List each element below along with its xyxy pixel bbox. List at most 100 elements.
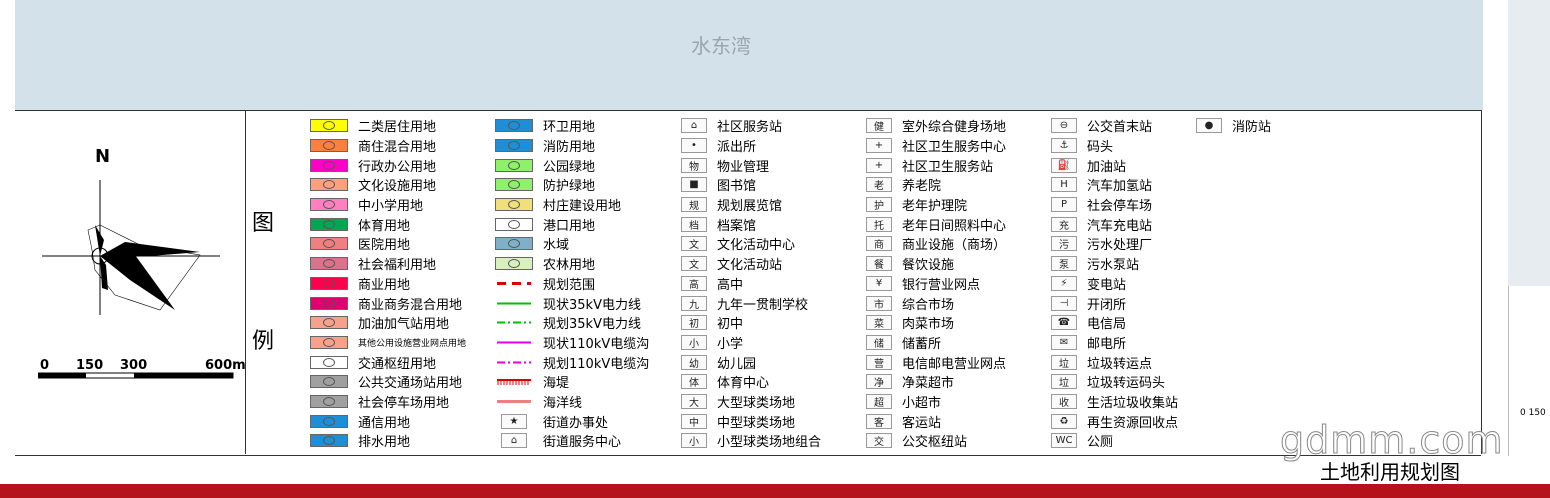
legend-item: 高高中 [675,274,821,294]
legend-item: 九九年一贯制学校 [675,293,821,313]
legend-item-label: 社会停车场用地 [358,395,450,411]
legend-item: 储储蓄所 [860,333,1006,353]
legend-item-label: 垃圾转运码头 [1087,376,1166,392]
land-code-symbol [508,259,520,269]
legend-item: 污污水处理厂 [1045,234,1178,254]
facility-icon: + [866,157,892,173]
facility-icon: P [1051,197,1077,213]
legend-item: 托老年日间照料中心 [860,214,1006,234]
legend-color-swatch [310,139,348,153]
legend-item: 公园绿地 [495,155,649,175]
legend-item: 社会福利用地 [310,254,466,274]
adjacent-map-thumbnail [1508,0,1550,286]
legend-item: ⚡ 变电站 [1045,274,1178,294]
legend-item: 交公交枢纽站 [860,431,1006,451]
legend-color-swatch [310,276,348,290]
facility-icon: 客 [866,413,892,429]
legend-item: 大大型球类场地 [675,392,821,412]
land-code-symbol [323,318,335,328]
legend-item-label: 污水处理厂 [1087,238,1153,254]
legend-item-label: 社会福利用地 [358,258,437,274]
legend-item-label: 派出所 [717,140,757,156]
legend-item: 营电信邮电营业网点 [860,352,1006,372]
legend-item: 餐餐饮设施 [860,254,1006,274]
star-icon: ★ [501,413,527,429]
legend-item-label: 汽车充电站 [1087,218,1153,234]
legend-item-label: 二类居住用地 [358,120,437,136]
legend-item: 行政办公用地 [310,155,466,175]
legend-item-label: 幼儿园 [717,356,757,372]
legend-item: 现状110kV电缆沟 [495,333,649,353]
legend-item: 中小学用地 [310,195,466,215]
facility-icon: 文 [681,236,707,252]
legend-item-label: 农林用地 [543,258,596,274]
legend-item: 市综合市场 [860,293,1006,313]
legend-item: 菜肉菜市场 [860,313,1006,333]
facility-icon: ■ [681,177,707,193]
legend-item: 加油加气站用地 [310,313,466,333]
legend-item-label: 排水用地 [358,435,411,451]
legend-item-label: 公园绿地 [543,159,596,175]
facility-icon: 菜 [866,315,892,331]
legend-item-label: 港口用地 [543,218,596,234]
legend-item: 商业用地 [310,274,466,294]
legend-item: 二类居住用地 [310,116,466,136]
legend-item: + 社区卫生服务站 [860,155,1006,175]
legend-item-label: 规划110kV电缆沟 [543,356,650,372]
legend-item-label: 海堤 [543,376,570,392]
land-code-symbol [508,121,520,131]
legend-color-swatch [310,414,348,428]
legend-column-community-facilities: 健室外综合健身场地 + 社区卫生服务中心 + 社区卫生服务站老养老院护老年护理院托老年日… [860,116,1006,451]
land-code-symbol [323,239,335,249]
scale-label-0: 0 [40,358,50,373]
facility-icon: ⊖ [1051,118,1077,134]
facility-icon: 污 [1051,236,1077,252]
legend-color-swatch [495,257,533,271]
legend-item-label: 现状35kV电力线 [543,297,641,313]
legend-color-swatch [310,355,348,369]
legend-item: + 社区卫生服务中心 [860,136,1006,156]
legend-line-symbol [497,361,531,364]
legend-item-label: 电信局 [1087,317,1127,333]
legend-item: WC 公厕 [1045,431,1178,451]
legend-color-swatch [495,119,533,133]
legend-item-label: 体育用地 [358,218,411,234]
legend-item-label: 银行营业网点 [902,277,981,293]
legend-item-label: 海洋线 [543,395,583,411]
legend-item: 商住混合用地 [310,136,466,156]
legend-item: 充汽车充电站 [1045,214,1178,234]
facility-icon: 高 [681,275,707,291]
facility-icon: ⚡ [1051,275,1077,291]
legend-color-swatch [310,119,348,133]
facility-icon: 文 [681,256,707,272]
legend-item-label: 文化设施用地 [358,179,437,195]
legend-line-symbol [497,281,531,285]
legend-item: 防护绿地 [495,175,649,195]
legend-divider [245,110,246,454]
legend-item-label: 老年日间照料中心 [902,218,1007,234]
legend-item: ⚓ 码头 [1045,136,1178,156]
legend-item-label: 街道办事处 [543,415,609,431]
land-code-symbol [508,180,520,190]
facility-icon: ♻ [1051,413,1077,429]
facility-icon: 小 [681,433,707,449]
facility-icon: ⛽ [1051,157,1077,173]
land-code-symbol [508,200,520,210]
legend-item: 小小型球类场地组合 [675,431,821,451]
facility-icon: 规 [681,197,707,213]
land-code-symbol [323,259,335,269]
facility-icon: 物 [681,157,707,173]
land-code-symbol [323,180,335,190]
legend-item-label: 文化活动站 [717,258,783,274]
facility-icon: ● [1196,118,1222,134]
facility-icon: 垃 [1051,354,1077,370]
legend-item: 规划范围 [495,274,649,294]
facility-icon: 商 [866,236,892,252]
legend-item-label: 公共交通场站用地 [358,376,463,392]
north-label: N [95,146,111,167]
legend-line-symbol [497,341,531,344]
land-code-symbol [323,278,335,288]
legend-item-label: 九年一贯制学校 [717,297,809,313]
legend-item-label: 公交枢纽站 [902,435,968,451]
facility-icon: ✉ [1051,334,1077,350]
